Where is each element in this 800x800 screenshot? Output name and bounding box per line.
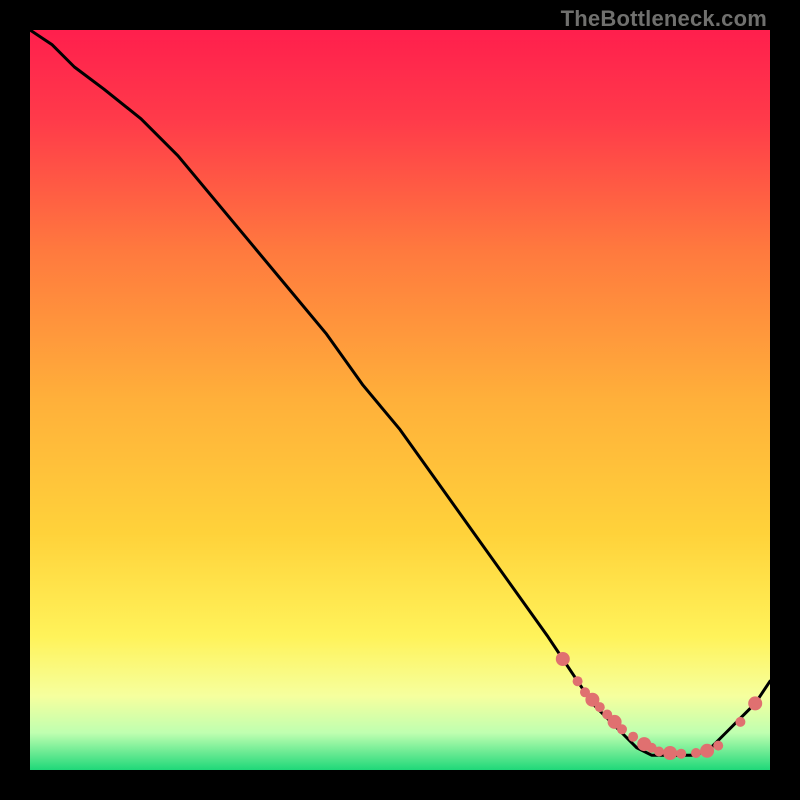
marker-point [676,749,686,759]
marker-group [556,652,762,760]
marker-point [735,717,745,727]
marker-point [663,746,677,760]
curve-svg [30,30,770,770]
marker-point [617,724,627,734]
marker-point [654,747,664,757]
curve-path [30,30,770,755]
marker-point [595,702,605,712]
marker-point [628,732,638,742]
marker-point [700,744,714,758]
chart-frame: TheBottleneck.com [0,0,800,800]
marker-point [573,676,583,686]
marker-point [748,696,762,710]
marker-point [691,748,701,758]
marker-point [556,652,570,666]
marker-point [713,741,723,751]
watermark-text: TheBottleneck.com [561,6,767,32]
plot-area [30,30,770,770]
